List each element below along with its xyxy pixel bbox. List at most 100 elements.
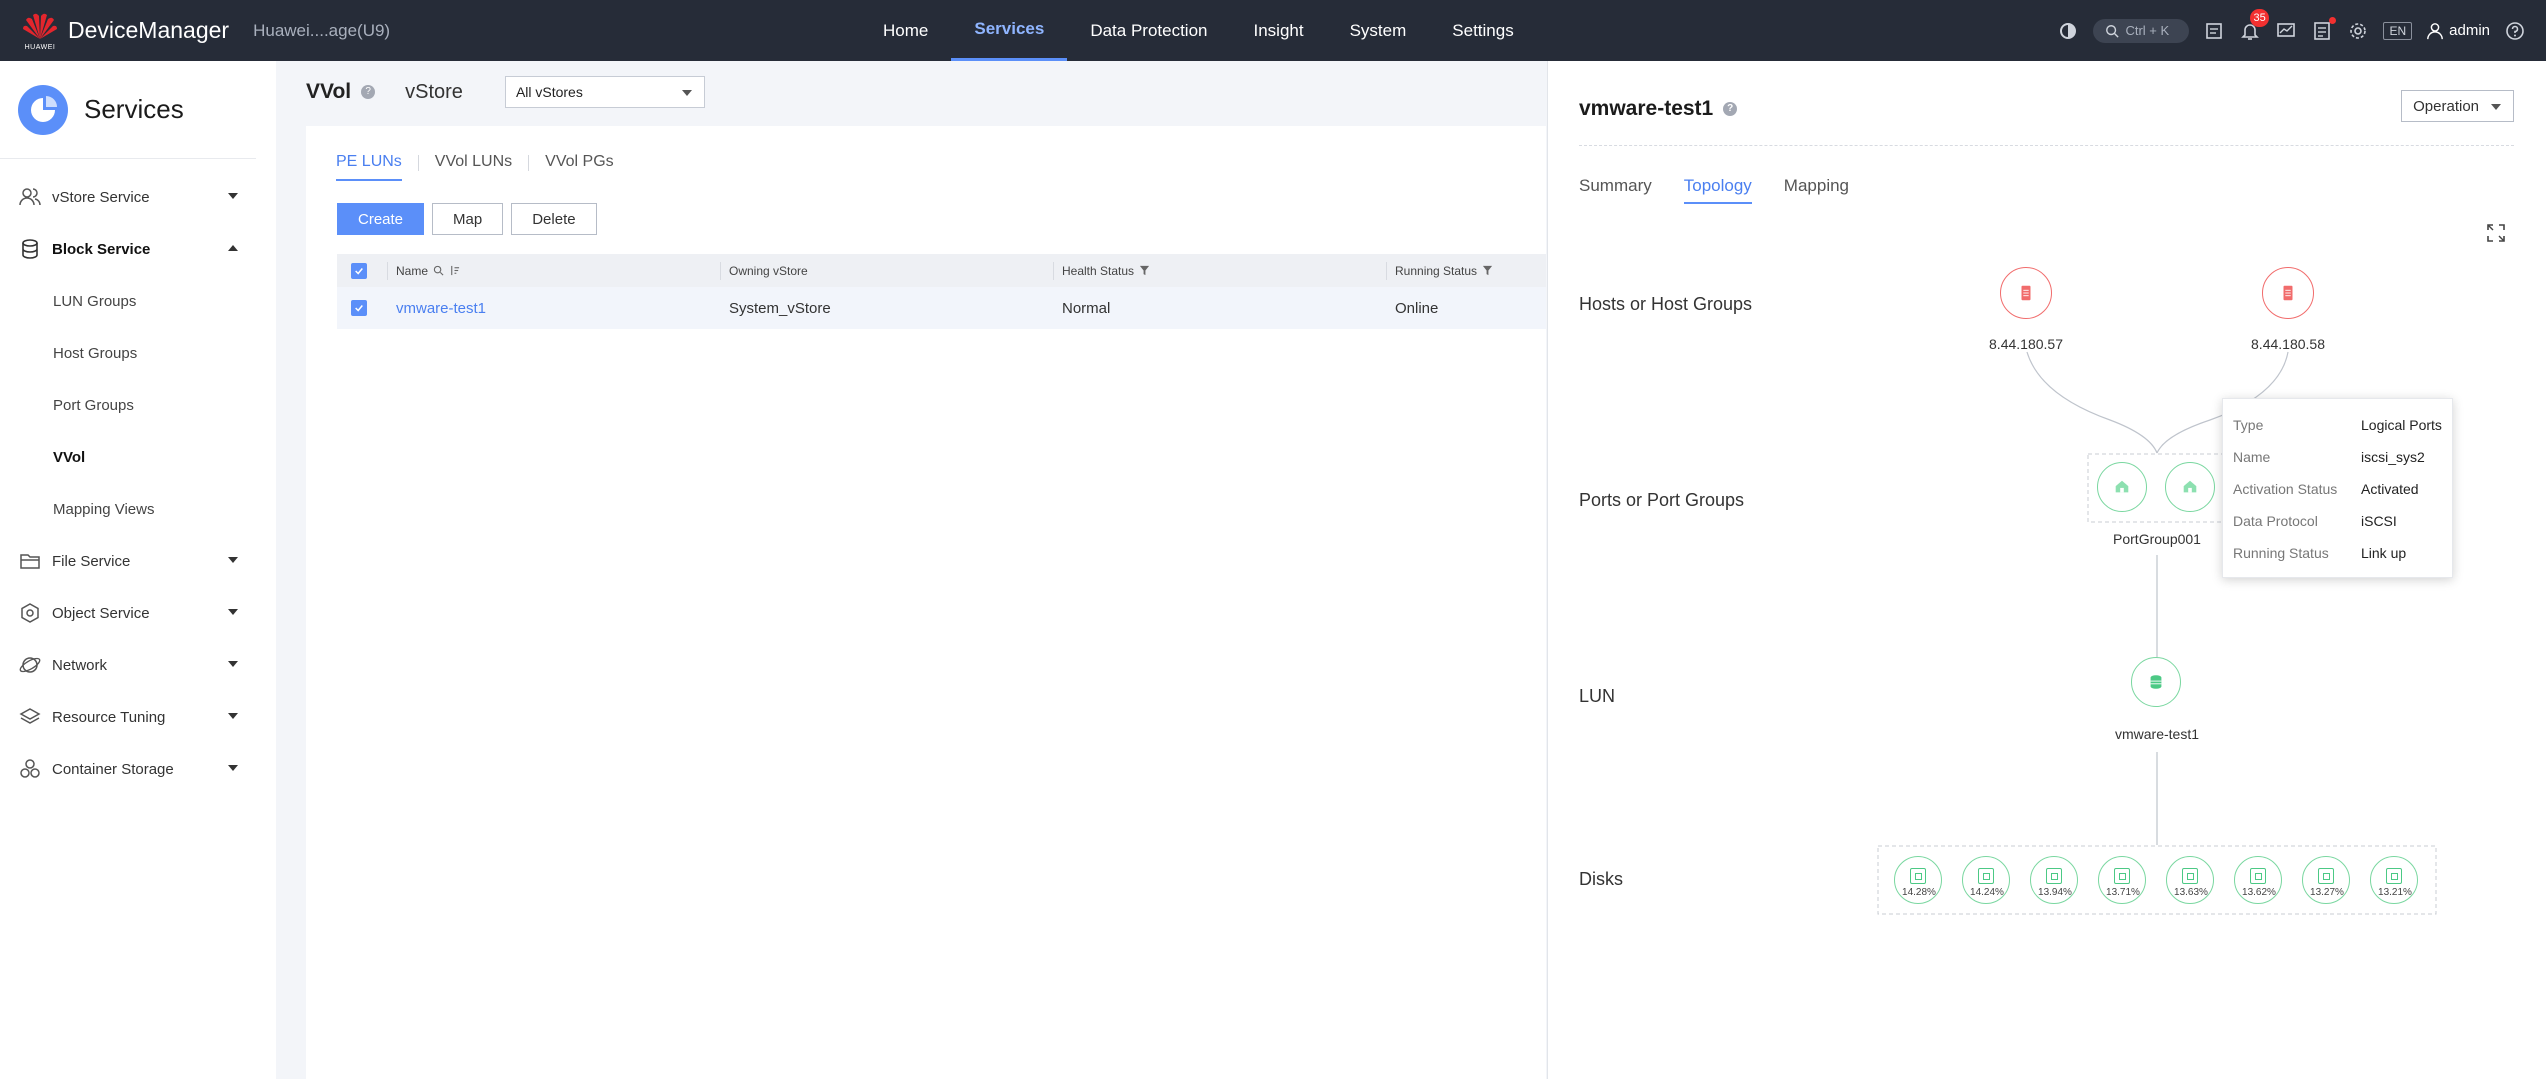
cell-owning-vstore: System_vStore: [729, 299, 831, 317]
disk-node[interactable]: 13.94%: [2030, 856, 2078, 904]
disk-node[interactable]: 13.62%: [2234, 856, 2282, 904]
select-all-checkbox[interactable]: [351, 262, 367, 279]
disk-node[interactable]: 13.27%: [2302, 856, 2350, 904]
main-card: PE LUNs VVol LUNs VVol PGs Create Map De…: [306, 126, 1546, 1079]
disk-node[interactable]: 14.24%: [1962, 856, 2010, 904]
map-button[interactable]: Map: [432, 203, 504, 235]
sidebar-item-label: Container Storage: [52, 760, 174, 778]
nav-data-protection[interactable]: Data Protection: [1067, 0, 1230, 61]
cell-running-status: Online: [1395, 299, 1439, 317]
tab-divider: [417, 155, 419, 171]
nav-settings[interactable]: Settings: [1429, 0, 1536, 61]
disk-node[interactable]: 13.21%: [2370, 856, 2418, 904]
disk-usage: 13.21%: [2378, 887, 2412, 898]
tasks-icon[interactable]: [2203, 20, 2225, 42]
vstore-select[interactable]: All vStores: [504, 76, 705, 108]
alarm-badge: 35: [2250, 8, 2269, 27]
delete-button[interactable]: Delete: [511, 203, 597, 235]
user-icon: [2427, 22, 2444, 39]
lun-name-link[interactable]: vmware-test1: [396, 300, 486, 317]
help-icon[interactable]: ?: [361, 85, 376, 99]
user-menu[interactable]: admin: [2426, 22, 2490, 40]
monitor-icon[interactable]: [2275, 20, 2297, 42]
sidebar-item-container-storage[interactable]: Container Storage: [0, 743, 276, 795]
tooltip-row: Running Status Link up: [2233, 545, 2442, 577]
nav-system[interactable]: System: [1327, 0, 1430, 61]
huawei-logo-icon: HUAWEI: [22, 11, 58, 51]
column-header-health-status: Health Status: [1062, 263, 1135, 278]
logo[interactable]: HUAWEI DeviceManager: [22, 11, 229, 51]
sidebar-item-object-service[interactable]: Object Service: [0, 587, 276, 639]
host-label: 8.44.180.57: [1989, 336, 2063, 352]
host-node[interactable]: [2262, 267, 2314, 319]
user-name: admin: [2449, 22, 2490, 39]
divider: [1579, 145, 2514, 146]
disk-usage: 14.28%: [1902, 887, 1936, 898]
theme-icon[interactable]: [2057, 20, 2079, 42]
filter-icon[interactable]: [1482, 265, 1493, 276]
row-checkbox[interactable]: [351, 300, 367, 316]
chevron-down-icon: [228, 609, 238, 615]
help-icon[interactable]: ?: [1723, 102, 1738, 116]
host-node[interactable]: [2000, 267, 2052, 319]
filter-icon[interactable]: [1139, 265, 1150, 276]
disk-node[interactable]: 13.71%: [2098, 856, 2146, 904]
port-node[interactable]: [2097, 462, 2147, 512]
sidebar-item-port-groups[interactable]: Port Groups: [0, 379, 276, 431]
global-search[interactable]: Ctrl + K: [2093, 18, 2190, 43]
sidebar-item-label: File Service: [52, 552, 131, 570]
port-node[interactable]: [2165, 462, 2215, 512]
lun-node[interactable]: [2131, 657, 2181, 707]
tab-summary[interactable]: Summary: [1579, 176, 1652, 204]
panel-tabs: Summary Topology Mapping: [1579, 176, 1881, 204]
sidebar-item-file-service[interactable]: File Service: [0, 535, 276, 587]
sidebar-item-lun-groups[interactable]: LUN Groups: [0, 275, 276, 327]
help-icon[interactable]: [2504, 20, 2526, 42]
nav-home[interactable]: Home: [860, 0, 951, 61]
sort-icon[interactable]: [449, 265, 460, 276]
chevron-down-icon: [228, 765, 238, 771]
create-button[interactable]: Create: [337, 203, 425, 235]
server-icon: [2021, 285, 2031, 301]
table-row[interactable]: vmware-test1 System_vStore Normal Online: [337, 287, 1546, 329]
vstore-label: vStore: [405, 80, 463, 103]
sidebar-menu: vStore Service Block Service LUN Groups …: [0, 159, 276, 795]
column-header-name: Name: [396, 263, 429, 278]
tab-mapping[interactable]: Mapping: [1784, 176, 1849, 204]
nav-insight[interactable]: Insight: [1231, 0, 1327, 61]
sidebar-item-mapping-views[interactable]: Mapping Views: [0, 483, 276, 535]
tooltip-key: Name: [2233, 449, 2271, 465]
sidebar-item-host-groups[interactable]: Host Groups: [0, 327, 276, 379]
bell-icon[interactable]: 35: [2239, 8, 2269, 42]
brand-name: DeviceManager: [68, 17, 230, 43]
disk-node[interactable]: 13.63%: [2166, 856, 2214, 904]
search-icon[interactable]: [433, 265, 444, 276]
events-icon[interactable]: [2311, 16, 2337, 42]
gear-icon[interactable]: [2347, 20, 2369, 42]
tab-vvol-pgs[interactable]: VVol PGs: [545, 153, 613, 181]
sidebar-item-label: Resource Tuning: [52, 708, 166, 726]
language-switch[interactable]: EN: [2383, 21, 2413, 40]
disk-usage: 13.62%: [2242, 887, 2276, 898]
sidebar-item-block-service[interactable]: Block Service: [0, 223, 276, 275]
sidebar-item-vstore-service[interactable]: vStore Service: [0, 171, 276, 223]
tooltip-key: Data Protocol: [2233, 513, 2318, 529]
host-label: 8.44.180.58: [2251, 336, 2325, 352]
column-running-status: Running Status: [1386, 261, 1546, 280]
fullscreen-icon[interactable]: [2486, 223, 2506, 243]
tab-topology[interactable]: Topology: [1683, 176, 1752, 204]
operation-dropdown[interactable]: Operation: [2401, 90, 2514, 122]
sidebar-item-network[interactable]: Network: [0, 639, 276, 691]
tooltip-value: Link up: [2361, 545, 2407, 561]
nav-services[interactable]: Services: [951, 0, 1068, 61]
tab-pe-luns[interactable]: PE LUNs: [336, 153, 402, 181]
sidebar-item-vvol[interactable]: VVol: [0, 431, 276, 483]
tab-divider: [528, 155, 530, 171]
panel-title-text: vmware-test1: [1579, 97, 1714, 120]
disk-node[interactable]: 14.28%: [1894, 856, 1942, 904]
sidebar-item-resource-tuning[interactable]: Resource Tuning: [0, 691, 276, 743]
tab-vvol-luns[interactable]: VVol LUNs: [435, 153, 512, 181]
disk-usage: 13.94%: [2038, 887, 2072, 898]
port-icon: [2183, 480, 2197, 493]
chevron-down-icon: [681, 90, 692, 96]
